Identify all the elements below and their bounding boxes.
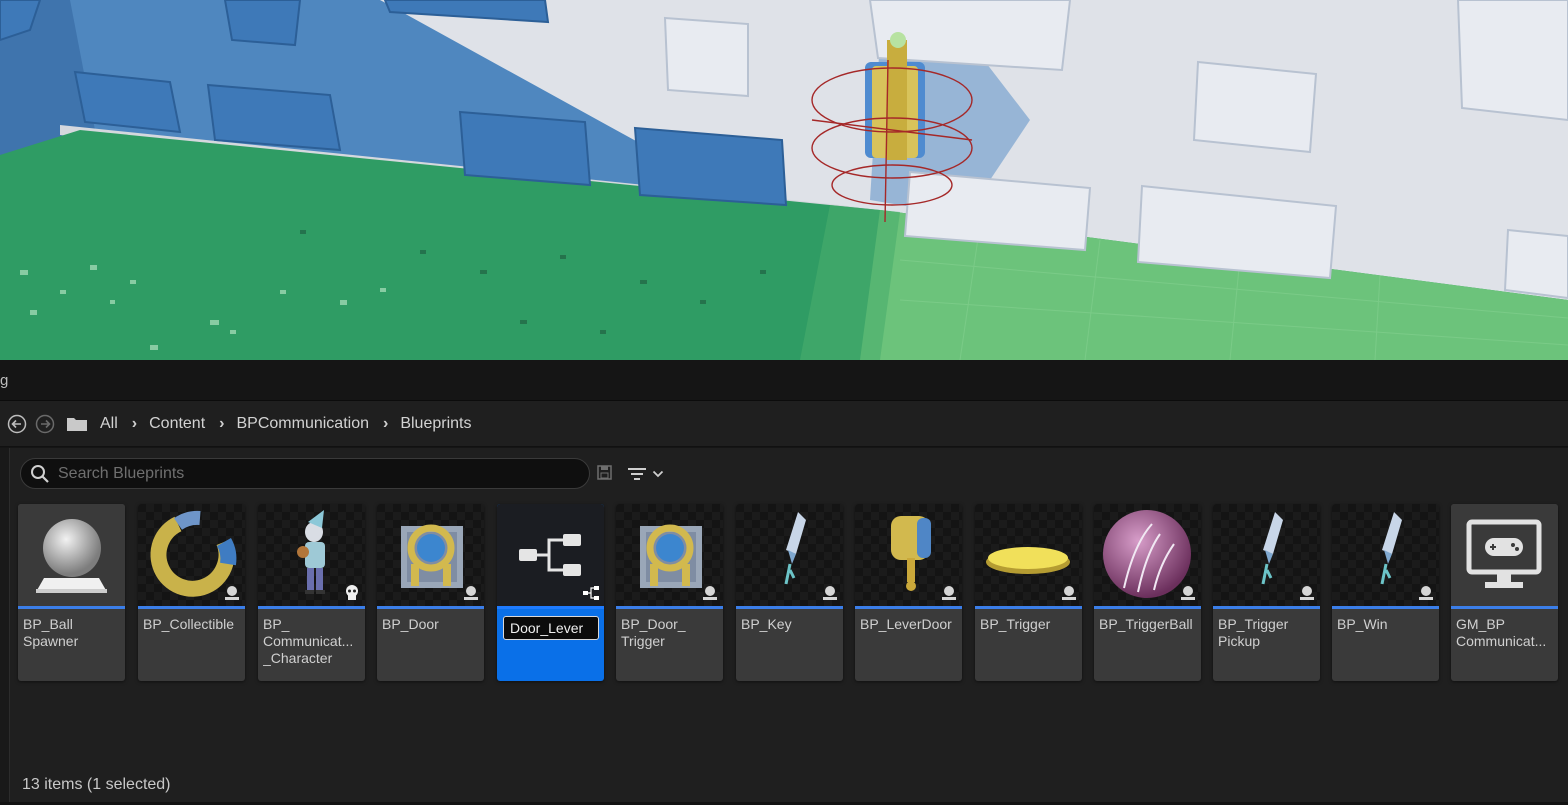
level-viewport[interactable]: [0, 0, 1568, 360]
blueprint-badge-icon: [1300, 586, 1314, 600]
asset-label: BP_Ball Spawner: [23, 616, 79, 649]
forward-arrow-icon: [35, 414, 55, 433]
folder-icon[interactable]: [66, 416, 88, 432]
back-arrow-icon: [7, 414, 27, 433]
item-count-status: 13 items (1 selected): [22, 776, 171, 793]
breadcrumb-bpcommunication[interactable]: BPCommunication: [236, 415, 369, 433]
asset-tile-bp-communication-character[interactable]: BP_ Communicat... _Character: [258, 504, 365, 681]
forward-button[interactable]: [34, 413, 56, 435]
asset-type-bar: [138, 606, 245, 609]
blueprint-badge-icon: [225, 586, 239, 600]
asset-type-bar: [616, 606, 723, 609]
asset-label: BP_ Communicat... _Character: [263, 616, 354, 666]
back-button[interactable]: [6, 413, 28, 435]
asset-tile-door-lever-selected[interactable]: [497, 504, 604, 681]
blueprint-badge-icon: [703, 586, 717, 600]
blueprint-badge-icon: [823, 586, 837, 600]
asset-tile-bp-door-trigger[interactable]: BP_Door_ Trigger: [616, 504, 723, 681]
blueprint-badge-icon: [1181, 586, 1195, 600]
asset-tile-bp-trigger-pickup[interactable]: BP_Trigger Pickup: [1213, 504, 1320, 681]
asset-label: BP_Door: [382, 616, 439, 632]
viewport-scene: [0, 0, 1568, 360]
asset-tile-bp-collectible[interactable]: BP_Collectible: [138, 504, 245, 681]
asset-type-bar: [18, 606, 125, 609]
asset-type-bar: [1213, 606, 1320, 609]
skeleton-badge-icon: [346, 585, 358, 600]
asset-type-bar: [1332, 606, 1439, 609]
asset-label: BP_Collectible: [143, 616, 235, 632]
breadcrumb-all[interactable]: All: [100, 415, 118, 433]
game-mode-icon: [1466, 519, 1542, 588]
asset-type-bar: [258, 606, 365, 609]
blueprint-badge-icon: [1062, 586, 1076, 600]
asset-label: BP_Door_ Trigger: [621, 616, 686, 649]
asset-label: BP_TriggerBall: [1099, 616, 1193, 632]
asset-tile-bp-key[interactable]: BP_Key: [736, 504, 843, 681]
asset-type-bar: [736, 606, 843, 609]
breadcrumb-blueprints[interactable]: Blueprints: [400, 415, 471, 433]
asset-tile-bp-win[interactable]: BP_Win: [1332, 504, 1439, 681]
graph-badge-icon: [583, 586, 599, 600]
asset-type-bar: [1451, 606, 1558, 609]
asset-tile-bp-ball-spawner[interactable]: BP_Ball Spawner: [18, 504, 125, 681]
asset-type-bar: [855, 606, 962, 609]
asset-tile-bp-triggerball[interactable]: BP_TriggerBall: [1094, 504, 1201, 681]
asset-label: BP_Win: [1337, 616, 1388, 632]
asset-thumbnail: [1451, 504, 1558, 606]
asset-tile-bp-trigger[interactable]: BP_Trigger: [975, 504, 1082, 681]
search-box[interactable]: [20, 458, 590, 489]
blueprint-badge-icon: [1419, 586, 1433, 600]
content-browser-tab-title[interactable]: g: [0, 372, 8, 389]
asset-label: BP_Trigger: [980, 616, 1051, 632]
asset-type-bar: [377, 606, 484, 609]
rename-asset-input[interactable]: [503, 616, 599, 640]
blueprint-badge-icon: [942, 586, 956, 600]
asset-view: BP_Ball Spawner BP_Collectible: [0, 448, 1568, 805]
asset-label: BP_Trigger Pickup: [1218, 616, 1289, 649]
asset-label: GM_BP Communicat...: [1456, 616, 1547, 649]
asset-type-bar: [1094, 606, 1201, 609]
content-browser-tabbar: g: [0, 360, 1568, 401]
breadcrumb-separator-icon[interactable]: ›: [219, 415, 224, 433]
asset-type-bar: [975, 606, 1082, 609]
sphere-spawner-icon: [36, 519, 107, 593]
filter-button[interactable]: [626, 463, 672, 485]
asset-tile-gm-bp-communication[interactable]: GM_BP Communicat...: [1451, 504, 1558, 681]
filter-icon: [628, 468, 646, 480]
path-bar: All › Content › BPCommunication › Bluepr…: [0, 401, 1568, 447]
asset-label: BP_Key: [741, 616, 792, 632]
breadcrumb-separator-icon[interactable]: ›: [132, 415, 137, 433]
asset-thumbnail: [18, 504, 125, 606]
asset-tile-bp-door[interactable]: BP_Door: [377, 504, 484, 681]
save-search-icon[interactable]: [596, 464, 614, 482]
sources-panel-collapsed[interactable]: [0, 448, 10, 805]
asset-tile-bp-leverdoor[interactable]: BP_LeverDoor: [855, 504, 962, 681]
breadcrumb-content[interactable]: Content: [149, 415, 205, 433]
breadcrumb-separator-icon[interactable]: ›: [383, 415, 388, 433]
search-icon: [31, 464, 49, 483]
search-input[interactable]: [58, 464, 558, 483]
chevron-down-icon: [652, 470, 664, 478]
asset-type-bar: [497, 606, 604, 609]
blueprint-badge-icon: [464, 586, 478, 600]
asset-label: BP_LeverDoor: [860, 616, 952, 632]
